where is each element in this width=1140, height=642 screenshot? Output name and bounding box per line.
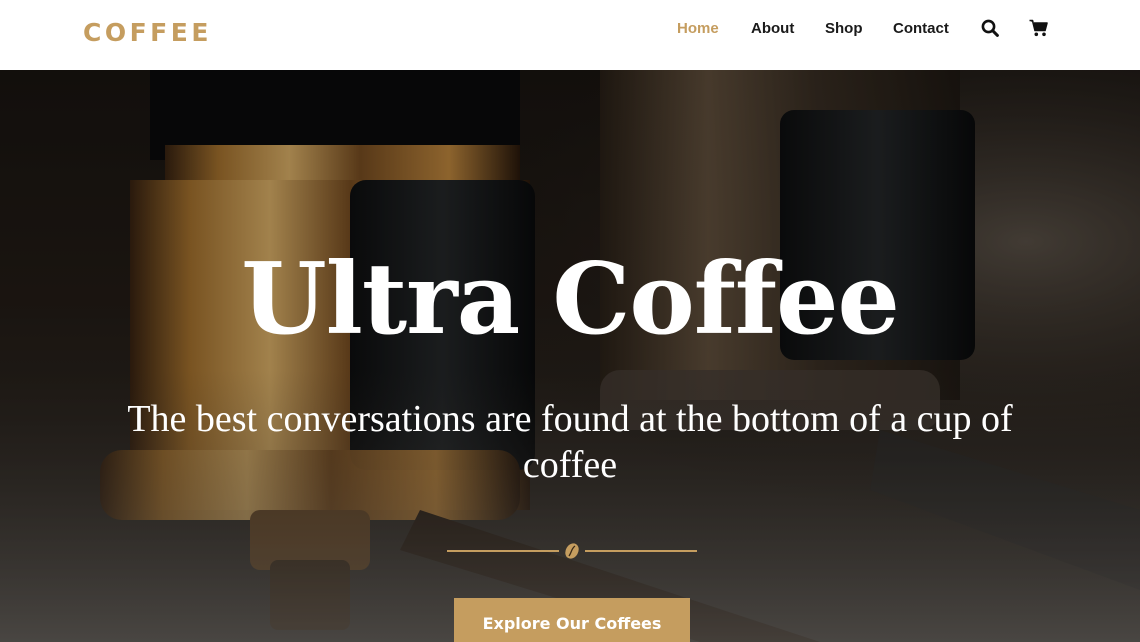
nav-item-contact[interactable]: Contact xyxy=(893,20,949,38)
nav-item-about[interactable]: About xyxy=(751,20,794,38)
coffee-bean-icon xyxy=(563,542,581,560)
hero-section: Ultra Coffee The best conversations are … xyxy=(0,70,1140,642)
hero-divider xyxy=(447,542,697,560)
site-header: COFFEE Home About Shop Contact xyxy=(0,0,1140,70)
explore-coffees-button[interactable]: Explore Our Coffees xyxy=(454,598,690,642)
main-nav: Home About Shop Contact xyxy=(0,20,1140,40)
cart-icon[interactable] xyxy=(1029,19,1048,42)
hero-title: Ultra Coffee xyxy=(241,242,900,357)
nav-item-shop[interactable]: Shop xyxy=(825,20,863,38)
nav-item-home[interactable]: Home xyxy=(677,20,719,38)
divider-line-right xyxy=(585,550,697,552)
search-icon[interactable] xyxy=(981,19,999,42)
divider-line-left xyxy=(447,550,559,552)
hero-subtitle: The best conversations are found at the … xyxy=(127,398,1013,486)
